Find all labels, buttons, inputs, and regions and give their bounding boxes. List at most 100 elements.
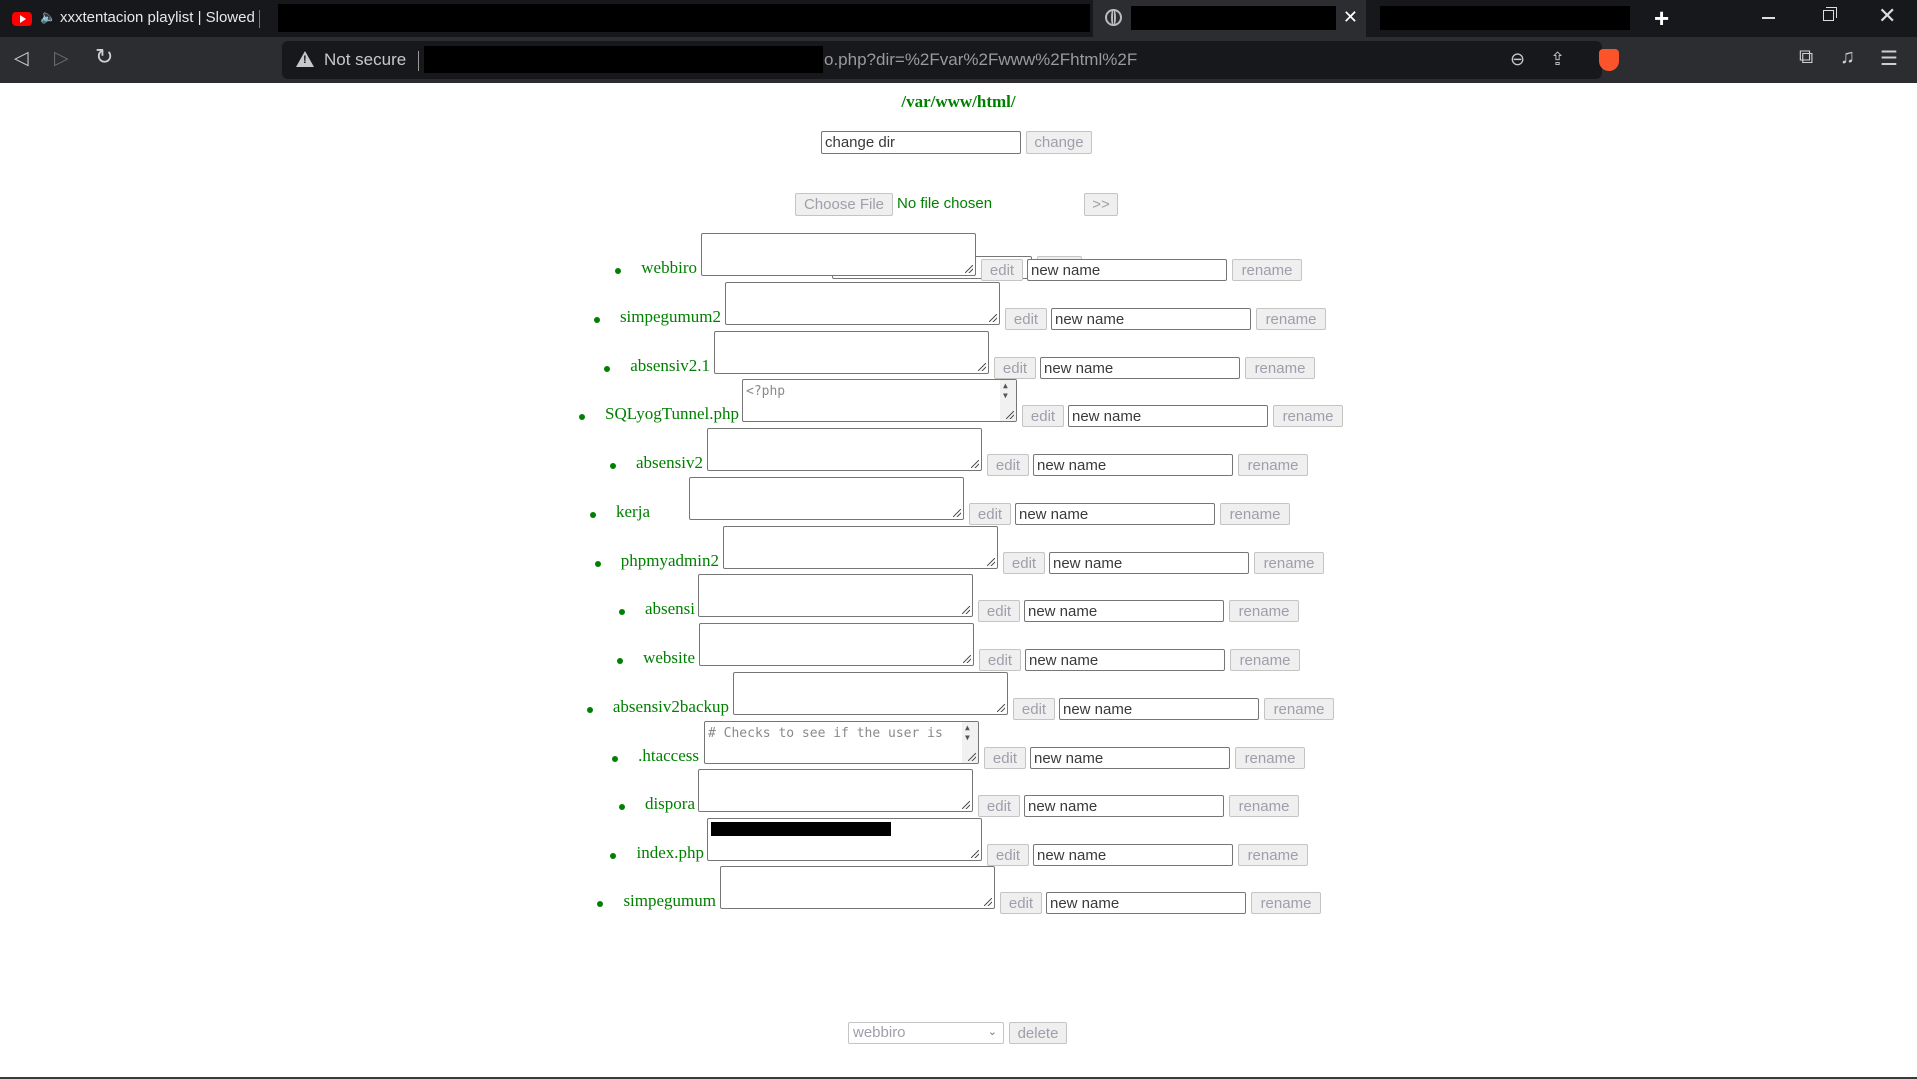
- edit-button[interactable]: edit: [978, 795, 1020, 817]
- file-content-textarea[interactable]: [698, 769, 973, 812]
- resize-handle-icon[interactable]: [978, 363, 986, 371]
- edit-button[interactable]: edit: [994, 357, 1036, 379]
- file-content-textarea[interactable]: [707, 818, 982, 861]
- edit-button[interactable]: edit: [987, 844, 1029, 866]
- edit-button[interactable]: edit: [1000, 892, 1042, 914]
- change-dir-button[interactable]: change: [1026, 131, 1092, 154]
- resize-handle-icon[interactable]: [989, 314, 997, 322]
- resize-handle-icon[interactable]: [965, 265, 973, 273]
- rename-input[interactable]: [1027, 259, 1227, 281]
- rename-input[interactable]: [1051, 308, 1251, 330]
- rename-button[interactable]: rename: [1264, 698, 1334, 720]
- upload-submit-button[interactable]: >>: [1084, 193, 1118, 216]
- rename-button[interactable]: rename: [1273, 405, 1343, 427]
- resize-handle-icon[interactable]: [1006, 411, 1014, 419]
- resize-handle-icon[interactable]: [997, 704, 1005, 712]
- edit-button[interactable]: edit: [978, 600, 1020, 622]
- window-close-icon[interactable]: ✕: [1878, 3, 1896, 29]
- rename-button[interactable]: rename: [1245, 357, 1315, 379]
- rename-input[interactable]: [1033, 844, 1233, 866]
- rename-button[interactable]: rename: [1251, 892, 1321, 914]
- file-content-textarea[interactable]: [698, 574, 973, 617]
- file-content-textarea[interactable]: [733, 672, 1008, 715]
- page-content: /var/www/html/ change Choose File No fil…: [0, 83, 1917, 1079]
- file-content-textarea[interactable]: <?php: [742, 379, 1017, 422]
- zoom-icon[interactable]: ⊖: [1510, 49, 1525, 70]
- menu-icon[interactable]: ☰: [1880, 46, 1898, 71]
- rename-button[interactable]: rename: [1238, 844, 1308, 866]
- edit-button[interactable]: edit: [981, 259, 1023, 281]
- extensions-icon[interactable]: ⧉: [1799, 46, 1813, 69]
- forward-icon[interactable]: ▷: [54, 47, 69, 70]
- rename-input[interactable]: [1015, 503, 1215, 525]
- tab-redacted[interactable]: [276, 0, 1092, 37]
- file-content-textarea[interactable]: # Checks to see if the user is: [704, 721, 979, 764]
- rename-input[interactable]: [1030, 747, 1230, 769]
- media-icon[interactable]: ♫: [1840, 46, 1855, 69]
- url-text[interactable]: o.php?dir=%2Fvar%2Fwww%2Fhtml%2F: [824, 50, 1137, 70]
- file-content-textarea[interactable]: [689, 477, 964, 520]
- minimize-icon[interactable]: [1762, 17, 1775, 19]
- rename-input[interactable]: [1059, 698, 1259, 720]
- edit-button[interactable]: edit: [979, 649, 1021, 671]
- file-content-textarea[interactable]: [707, 428, 982, 471]
- file-name: simpegumum2: [619, 307, 721, 326]
- rename-input[interactable]: [1040, 357, 1240, 379]
- file-content-textarea[interactable]: [699, 623, 974, 666]
- back-icon[interactable]: ◁: [14, 47, 29, 70]
- rename-button[interactable]: rename: [1235, 747, 1305, 769]
- rename-button[interactable]: rename: [1238, 454, 1308, 476]
- resize-handle-icon[interactable]: [971, 850, 979, 858]
- resize-handle-icon[interactable]: [962, 801, 970, 809]
- change-dir-input[interactable]: [821, 131, 1021, 154]
- choose-file-button[interactable]: Choose File: [795, 193, 893, 216]
- delete-select[interactable]: webbiro ⌄: [848, 1022, 1004, 1044]
- edit-button[interactable]: edit: [1005, 308, 1047, 330]
- close-tab-icon[interactable]: ✕: [1343, 7, 1358, 28]
- rename-input[interactable]: [1049, 552, 1249, 574]
- edit-button[interactable]: edit: [984, 747, 1026, 769]
- file-content-textarea[interactable]: [725, 282, 1000, 325]
- share-icon[interactable]: ⇪: [1550, 49, 1565, 70]
- resize-handle-icon[interactable]: [968, 753, 976, 761]
- audio-playing-icon[interactable]: 🔈: [40, 9, 56, 25]
- file-content-textarea[interactable]: [714, 331, 989, 374]
- resize-handle-icon[interactable]: [962, 606, 970, 614]
- rename-input[interactable]: [1024, 795, 1224, 817]
- edit-button[interactable]: edit: [1022, 405, 1064, 427]
- file-content-textarea[interactable]: [723, 526, 998, 569]
- rename-button[interactable]: rename: [1256, 308, 1326, 330]
- new-tab-button[interactable]: +: [1654, 3, 1669, 34]
- rename-button[interactable]: rename: [1229, 795, 1299, 817]
- file-content-textarea[interactable]: [701, 233, 976, 276]
- restore-icon[interactable]: [1823, 7, 1837, 21]
- tab-current[interactable]: ✕: [1093, 0, 1366, 37]
- rename-button[interactable]: rename: [1254, 552, 1324, 574]
- edit-button[interactable]: edit: [969, 503, 1011, 525]
- resize-handle-icon[interactable]: [984, 898, 992, 906]
- edit-button[interactable]: edit: [987, 454, 1029, 476]
- rename-button[interactable]: rename: [1232, 259, 1302, 281]
- security-label[interactable]: Not secure: [324, 50, 406, 70]
- tab-redacted[interactable]: [1368, 0, 1640, 37]
- rename-input[interactable]: [1068, 405, 1268, 427]
- reload-icon[interactable]: ↻: [95, 44, 113, 70]
- rename-input[interactable]: [1046, 892, 1246, 914]
- edit-button[interactable]: edit: [1013, 698, 1055, 720]
- rename-button[interactable]: rename: [1220, 503, 1290, 525]
- resize-handle-icon[interactable]: [987, 558, 995, 566]
- tab-youtube-playlist[interactable]: 🔈 xxxtentacion playlist | Slowed: [0, 0, 274, 37]
- rename-input[interactable]: [1025, 649, 1225, 671]
- delete-button[interactable]: delete: [1009, 1022, 1067, 1044]
- rename-input[interactable]: [1024, 600, 1224, 622]
- edit-button[interactable]: edit: [1003, 552, 1045, 574]
- resize-handle-icon[interactable]: [971, 460, 979, 468]
- address-bar[interactable]: Not secure o.php?dir=%2Fvar%2Fwww%2Fhtml…: [282, 41, 1619, 79]
- resize-handle-icon[interactable]: [963, 655, 971, 663]
- file-content-textarea[interactable]: [720, 866, 995, 909]
- rename-button[interactable]: rename: [1229, 600, 1299, 622]
- brave-shields-icon[interactable]: [1599, 49, 1619, 71]
- resize-handle-icon[interactable]: [953, 509, 961, 517]
- rename-input[interactable]: [1033, 454, 1233, 476]
- rename-button[interactable]: rename: [1230, 649, 1300, 671]
